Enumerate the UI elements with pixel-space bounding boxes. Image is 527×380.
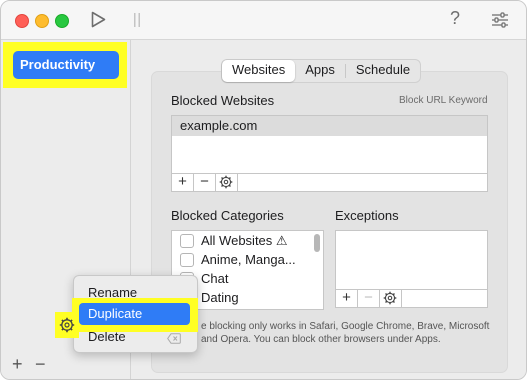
category-label: All Websites ⚠ [201,233,288,248]
menu-item-duplicate[interactable]: Duplicate [79,303,190,325]
exceptions-list[interactable]: + − [335,230,488,308]
remove-profile-button[interactable]: − [35,354,46,375]
tab-bar: Websites Apps Schedule [221,59,422,83]
add-exception-button[interactable]: + [336,290,358,307]
blocked-websites-list[interactable]: example.com + − [171,115,488,192]
checkbox[interactable] [180,252,194,267]
category-anime-manga[interactable]: Anime, Manga... [172,250,323,269]
delete-key-icon [167,331,181,349]
pause-icon[interactable] [132,12,142,33]
blocked-categories-title: Blocked Categories [171,208,284,223]
blocked-websites-title: Blocked Websites [171,93,275,108]
blocked-websites-toolbar: + − [172,173,487,191]
browser-support-note: e blocking only works in Safari, Google … [201,321,490,345]
tab-websites[interactable]: Websites [222,60,296,82]
add-profile-button[interactable]: + [12,354,23,375]
title-bar: ? [1,1,526,40]
play-icon[interactable] [91,11,106,33]
zoom-window-button[interactable] [55,14,69,28]
scrollbar[interactable] [314,234,320,252]
tab-schedule[interactable]: Schedule [346,60,420,82]
tab-apps[interactable]: Apps [295,60,345,82]
category-label: Dating [201,290,239,305]
help-button[interactable]: ? [450,8,460,29]
minimize-window-button[interactable] [35,14,49,28]
category-label: Anime, Manga... [201,252,296,267]
sliders-icon[interactable] [491,11,509,34]
category-label: Chat [201,271,229,286]
app-window: ? Productivity + − Blocked Websites Bloc… [0,0,527,380]
exceptions-toolbar: + − [336,289,487,307]
website-options-gear-icon[interactable] [216,174,238,191]
remove-exception-button[interactable]: − [358,290,380,307]
checkbox[interactable] [180,233,194,248]
add-website-button[interactable]: + [172,174,194,191]
close-window-button[interactable] [15,14,29,28]
block-url-keyword-link[interactable]: Block URL Keyword [399,95,488,106]
list-item[interactable]: example.com [172,116,487,136]
settings-panel: Blocked Websites Block URL Keyword examp… [151,71,508,373]
exception-options-gear-icon[interactable] [380,290,402,307]
exceptions-title: Exceptions [335,208,399,223]
remove-website-button[interactable]: − [194,174,216,191]
gear-icon[interactable] [59,317,75,338]
sidebar-item-productivity[interactable]: Productivity [13,51,119,79]
category-all-websites[interactable]: All Websites ⚠ [172,231,323,250]
